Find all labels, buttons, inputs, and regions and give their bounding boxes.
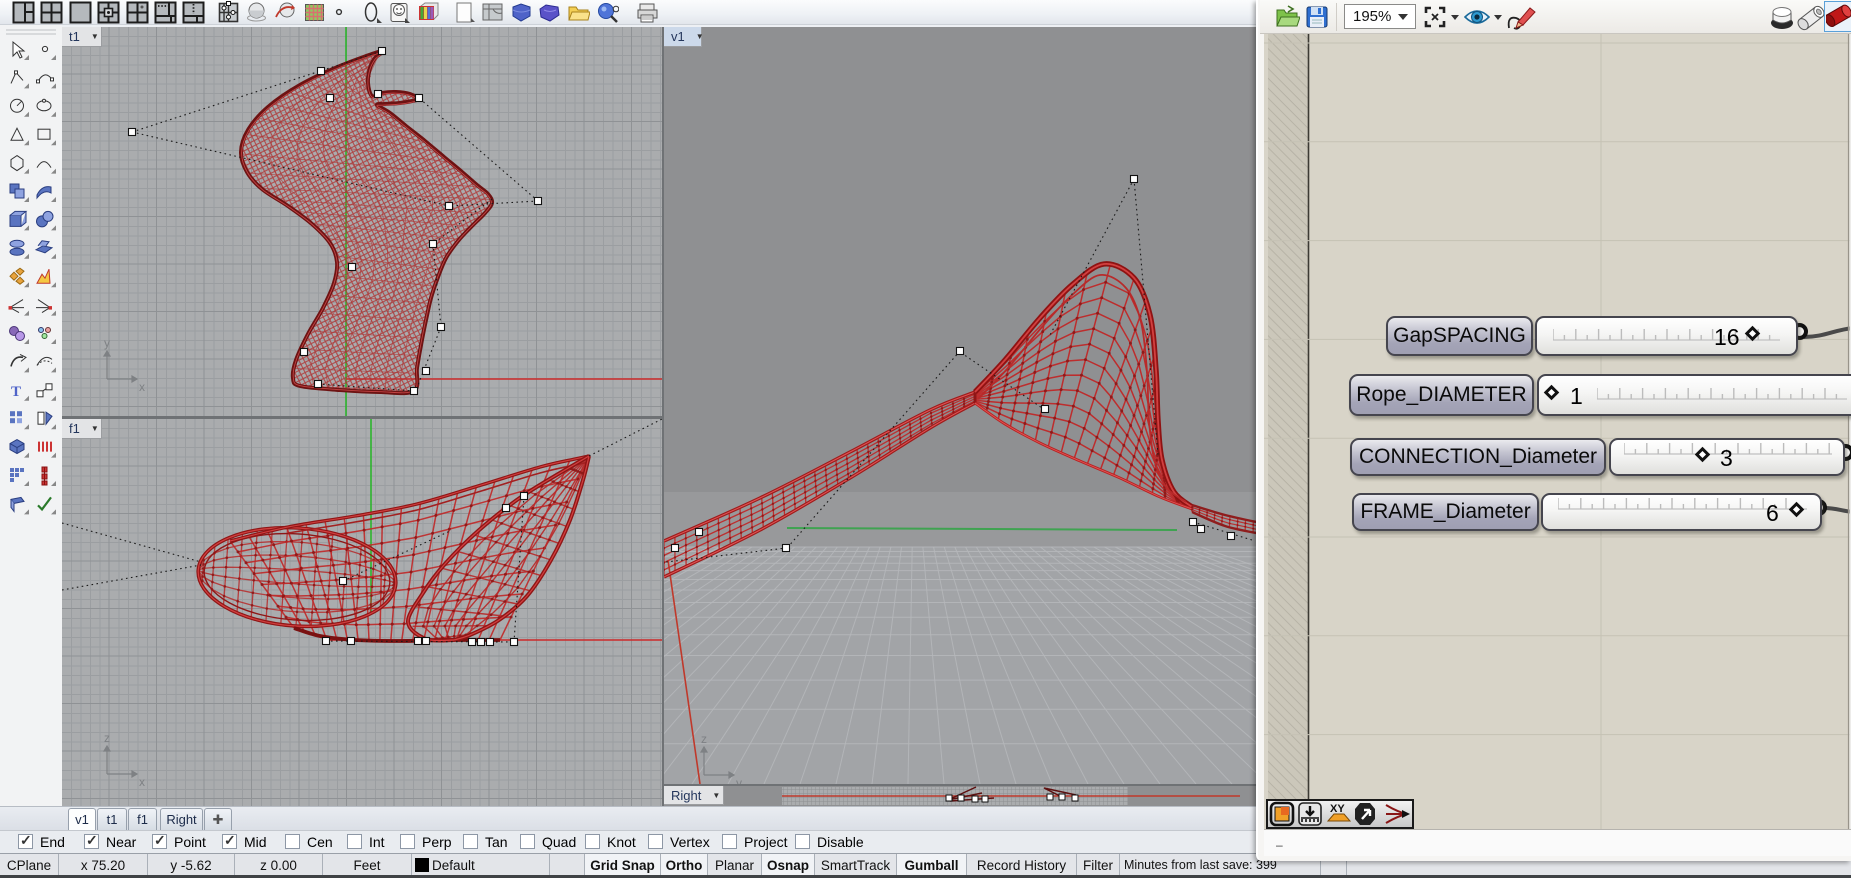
svg-text:x: x	[139, 775, 145, 789]
svg-text:T: T	[11, 384, 21, 400]
svg-text:XY: XY	[1330, 803, 1345, 815]
svg-text:x: x	[139, 380, 145, 394]
svg-text:z: z	[701, 732, 707, 746]
svg-text:y: y	[736, 776, 742, 784]
svg-text:z: z	[104, 731, 110, 745]
svg-text:y: y	[104, 336, 110, 350]
